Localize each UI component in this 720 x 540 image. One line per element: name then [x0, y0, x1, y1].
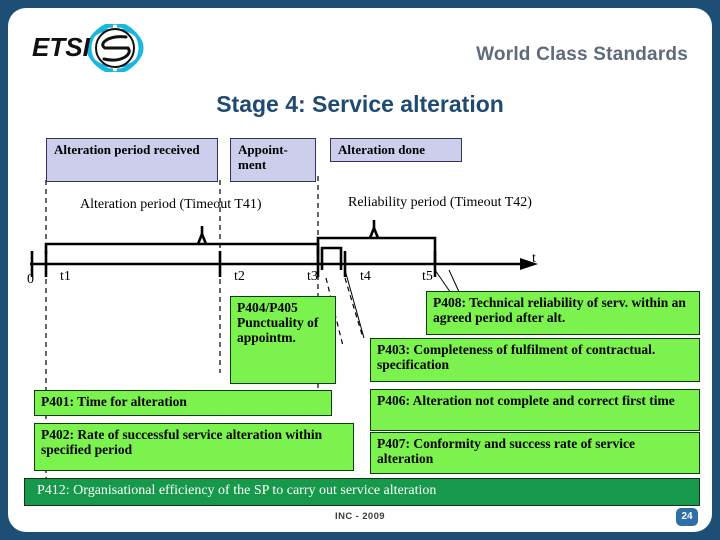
axis-tick-t1: t1	[60, 269, 71, 284]
measure-box-p404-p405: P404/P405 Punctuality of appointm.	[230, 296, 336, 384]
axis-origin-label: 0	[27, 272, 34, 287]
measure-box-p403: P403: Completeness of fulfilment of cont…	[370, 338, 700, 382]
measure-box-p407: P407: Conformity and success rate of ser…	[370, 432, 700, 474]
slide: ETSI World Class Standards Stage 4: Serv…	[8, 8, 712, 532]
axis-tick-t2: t2	[234, 269, 245, 284]
axis-tick-t4: t4	[360, 269, 371, 284]
axis-label-t: t	[532, 251, 536, 266]
phase-box-appointment: Appoint- ment	[230, 138, 316, 182]
measure-box-p401: P401: Time for alteration	[34, 390, 332, 416]
period-label-t42: Reliability period (Timeout T42)	[348, 195, 532, 210]
measure-box-p402: P402: Rate of successful service alterat…	[34, 423, 354, 471]
axis-tick-t5: t5	[422, 269, 433, 284]
measure-box-p406: P406: Alteration not complete and correc…	[370, 389, 700, 431]
measure-band-p412: P412: Organisational efficiency of the S…	[24, 478, 700, 506]
phase-box-alteration-done: Alteration done	[330, 138, 462, 162]
page-number-badge: 24	[676, 508, 698, 526]
measure-box-p408: P408: Technical reliability of serv. wit…	[426, 291, 700, 335]
axis-tick-t3: t3	[307, 269, 318, 284]
period-label-t41: Alteration period (Timeout T41)	[80, 197, 262, 212]
footer-text: INC - 2009	[335, 511, 385, 522]
phase-box-alteration-period-received: Alteration period received	[46, 138, 218, 182]
